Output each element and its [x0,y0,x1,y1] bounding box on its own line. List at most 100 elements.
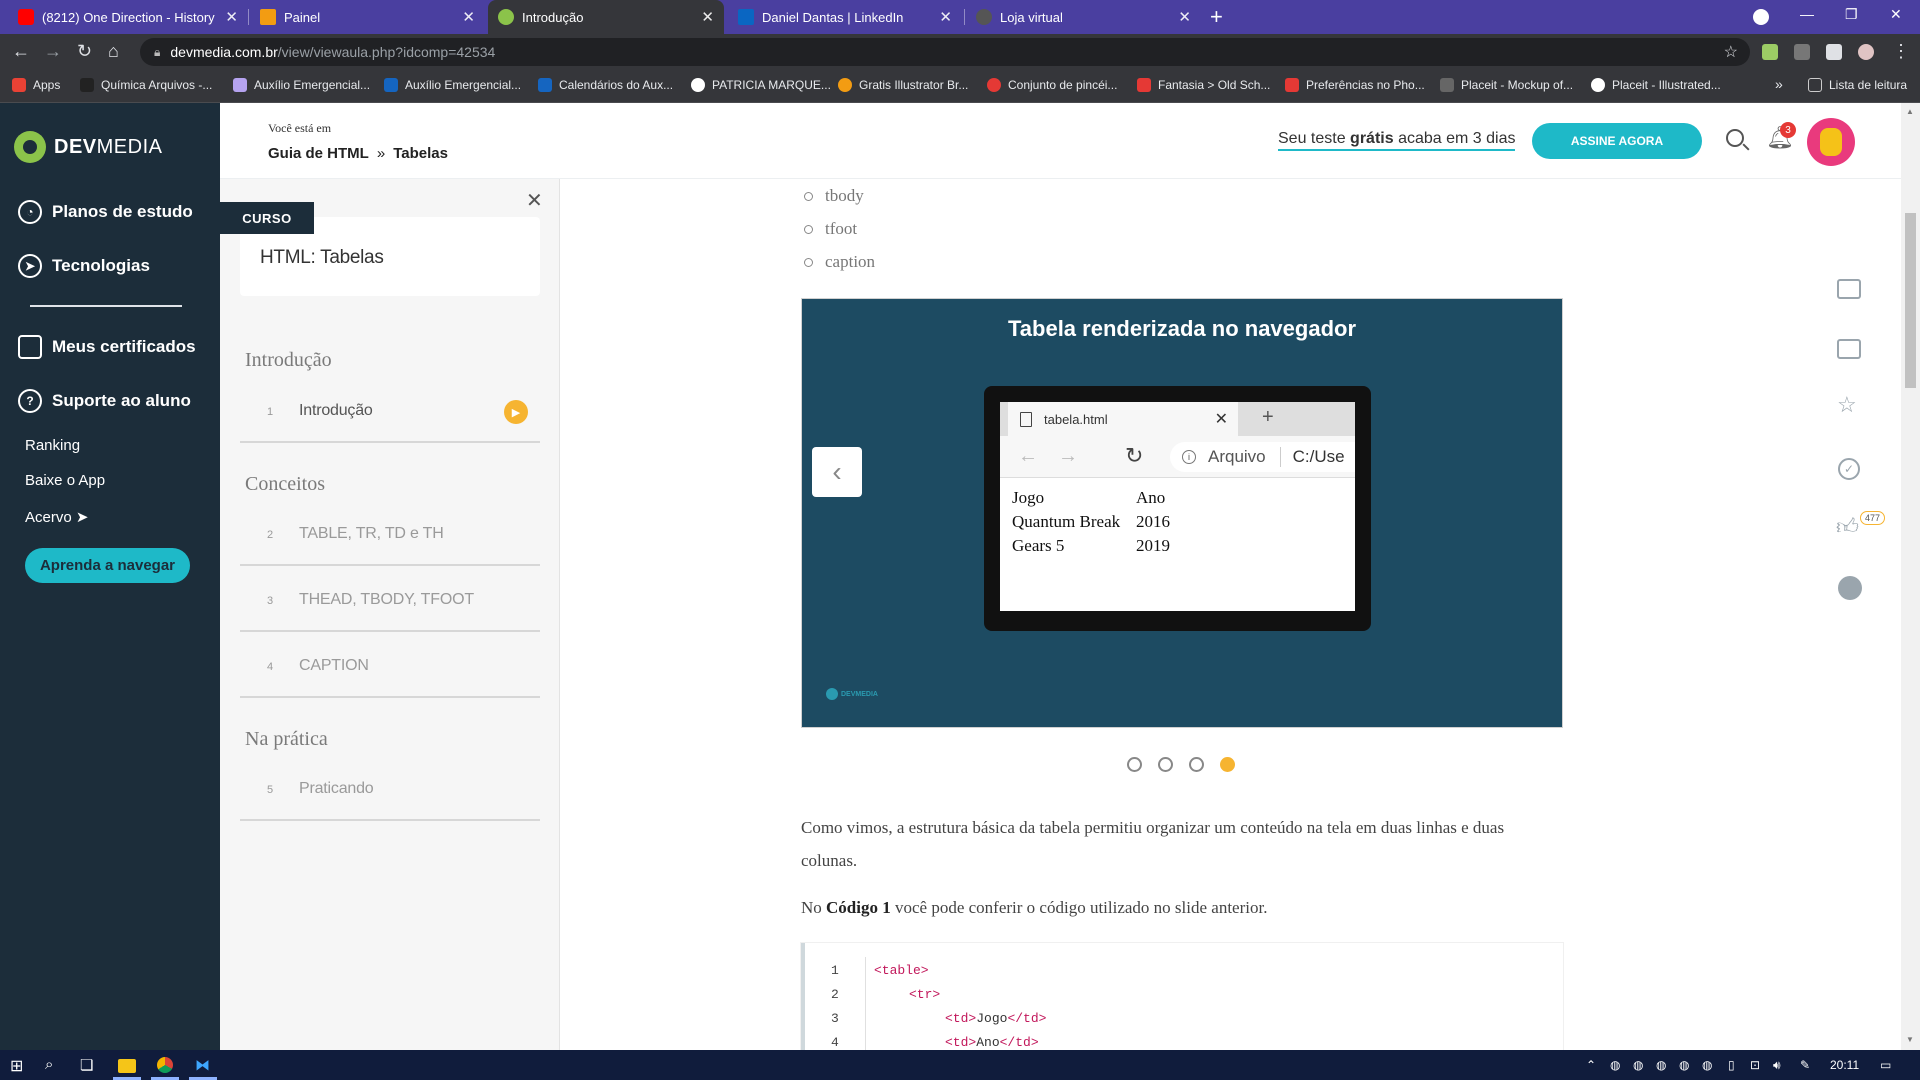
extension-icon[interactable] [1794,44,1810,60]
slide-dot[interactable] [1127,757,1142,772]
tray-chevron-icon[interactable]: ⌃ [1586,1058,1596,1072]
trial-notice[interactable]: Seu teste grátis acaba em 3 dias [1278,130,1516,151]
devmedia-logo[interactable]: DEVMEDIA [14,131,162,163]
breadcrumb-item[interactable]: Guia de HTML [268,145,369,162]
share-icon[interactable] [1838,576,1862,600]
bookmark-item[interactable]: PATRICIA MARQUE... [691,78,831,92]
slide-dot[interactable] [1158,757,1173,772]
close-tab-icon[interactable]: ✕ [701,8,714,26]
bookmark-favicon [1137,78,1151,92]
pen-icon[interactable]: ✎ [1800,1058,1810,1072]
browser-tab[interactable]: (8212) One Direction - History (C ✕ [8,0,248,34]
bookmark-item[interactable]: Apps [12,78,60,92]
paragraph: No Código 1 você pode conferir o código … [801,898,1268,917]
nav-ranking[interactable]: Ranking [25,437,80,454]
network-icon[interactable]: ⊡ [1750,1058,1760,1072]
extension-icon[interactable] [1762,44,1778,60]
minimize-icon[interactable]: — [1800,6,1814,22]
file-explorer-icon[interactable] [118,1059,136,1073]
nav-tecnologias[interactable]: ➤ Tecnologias [18,254,150,278]
like-count-badge: 477 [1860,511,1886,525]
notification-center-icon[interactable]: ▭ [1880,1058,1891,1072]
bookmark-item[interactable]: Preferências no Pho... [1285,78,1425,92]
bookmark-item[interactable]: Calendários do Aux... [538,78,673,92]
lesson-item[interactable]: 3 THEAD, TBODY, TFOOT [240,574,540,632]
close-tab-icon[interactable]: ✕ [1178,8,1191,26]
bookmark-item[interactable]: Auxílio Emergencial... [384,78,521,92]
close-window-icon[interactable]: ✕ [1890,6,1902,23]
bookmark-item[interactable]: Fantasia > Old Sch... [1137,78,1270,92]
close-tab-icon[interactable]: ✕ [939,8,952,26]
nav-planos-de-estudo[interactable]: ◔ Planos de estudo [18,200,193,224]
page-scrollbar[interactable]: ▲ ▼ [1901,103,1920,1050]
aprenda-a-navegar-button[interactable]: Aprenda a navegar [25,548,190,583]
lesson-item[interactable]: 2 TABLE, TR, TD e TH [240,508,540,566]
devmedia-logo-icon [14,131,46,163]
chrome-icon[interactable] [157,1057,173,1073]
tray-icon[interactable]: ◍ [1679,1058,1689,1072]
profile-dropdown-icon[interactable] [1753,9,1769,25]
bookmarks-overflow[interactable]: » [1775,76,1783,92]
thumbs-up-icon[interactable]: 👍︎ [1836,513,1859,540]
menu-icon[interactable]: ⋮ [1892,41,1910,62]
task-view-icon[interactable]: ❏ [80,1056,93,1074]
bookmark-item[interactable]: Gratis Illustrator Br... [838,78,968,92]
vscode-icon[interactable]: ⧓ [195,1056,210,1074]
browser-tab[interactable]: Daniel Dantas | LinkedIn ✕ [728,0,962,34]
browser-tab[interactable]: Painel ✕ [250,0,485,34]
illustration-tab: tabela.html ✕ [1008,402,1238,436]
nav-meus-certificados[interactable]: Meus certificados [18,335,196,359]
search-icon[interactable] [1726,129,1744,147]
volume-icon[interactable]: 🔊︎ [1773,1058,1781,1073]
lesson-item[interactable]: 4 CAPTION [240,640,540,698]
tray-icon[interactable]: ◍ [1610,1058,1620,1072]
puzzle-icon[interactable] [1826,44,1842,60]
windows-start-icon[interactable]: ⊞ [10,1056,23,1076]
assine-agora-button[interactable]: ASSINE AGORA [1532,123,1702,159]
scroll-down-icon[interactable]: ▼ [1906,1035,1914,1044]
home-icon[interactable]: ⌂ [108,41,119,62]
scrollbar-thumb[interactable] [1905,213,1916,388]
tray-icon[interactable]: ◍ [1633,1058,1643,1072]
star-icon[interactable]: ☆ [1837,392,1857,418]
nav-suporte-ao-aluno[interactable]: ? Suporte ao aluno [18,389,191,413]
browser-tab[interactable]: Loja virtual ✕ [966,0,1201,34]
back-icon[interactable]: ← [12,41,30,62]
slide-dot[interactable] [1189,757,1204,772]
tray-icon[interactable]: ◍ [1702,1058,1712,1072]
forward-icon[interactable]: → [44,41,62,62]
bookmark-item[interactable]: Conjunto de pincéi... [987,78,1117,92]
bookmark-item[interactable]: Placeit - Illustrated... [1591,78,1721,92]
bookmark-item[interactable]: Placeit - Mockup of... [1440,78,1573,92]
search-icon[interactable]: ⌕ [45,1056,53,1073]
close-icon[interactable]: ✕ [526,188,543,213]
reload-icon[interactable]: ↻ [77,41,92,62]
close-tab-icon[interactable]: ✕ [225,8,238,26]
clock[interactable]: 20:11 [1830,1058,1859,1072]
bookmark-item[interactable]: Auxílio Emergencial... [233,78,370,92]
lesson-item[interactable]: 1 Introdução ▶ [240,385,540,443]
avatar[interactable] [1807,118,1855,166]
play-icon[interactable]: ▶ [504,400,528,424]
scroll-up-icon[interactable]: ▲ [1906,107,1914,116]
lesson-item[interactable]: 5 Praticando [240,763,540,821]
battery-icon[interactable]: ▯ [1728,1058,1735,1072]
comment-icon[interactable] [1837,279,1861,299]
address-bar[interactable]: 🔒︎ devmedia.com.br /view/viewaula.php?id… [140,38,1750,66]
tray-icon[interactable]: ◍ [1656,1058,1666,1072]
maximize-icon[interactable]: ❐ [1845,6,1858,23]
nav-baixe-o-app[interactable]: Baixe o App [25,472,105,489]
close-tab-icon[interactable]: ✕ [462,8,475,26]
notes-icon[interactable] [1837,339,1861,359]
new-tab-icon[interactable]: + [1210,4,1223,30]
previous-slide-button[interactable]: ‹ [812,447,862,497]
bookmark-star-icon[interactable]: ☆ [1724,42,1738,62]
breadcrumb-item[interactable]: Tabelas [393,145,448,162]
check-icon[interactable]: ✓ [1838,458,1860,480]
profile-avatar[interactable] [1858,44,1874,60]
reading-list[interactable]: Lista de leitura [1808,78,1907,92]
slide-dot-active[interactable] [1220,757,1235,772]
browser-tab-active[interactable]: Introdução ✕ [488,0,724,34]
nav-acervo[interactable]: Acervo ➤ [25,508,88,526]
bookmark-item[interactable]: Química Arquivos -... [80,78,212,92]
